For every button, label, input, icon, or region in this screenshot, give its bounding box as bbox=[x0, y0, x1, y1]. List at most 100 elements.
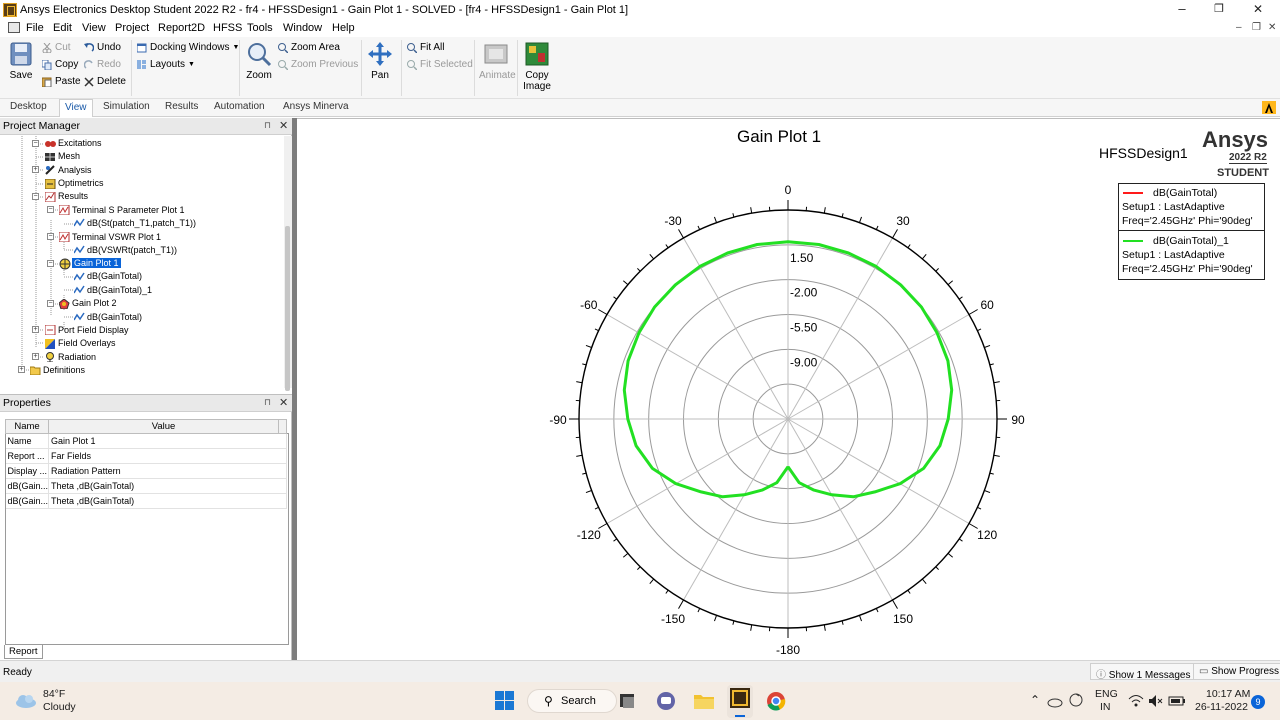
close-panel-icon[interactable]: ✕ bbox=[279, 396, 288, 409]
menu-file[interactable]: File bbox=[26, 22, 44, 34]
tree-expander[interactable]: − bbox=[47, 300, 54, 307]
zoom-previous-button[interactable]: Zoom Previous bbox=[278, 59, 358, 70]
document-menu-icon[interactable] bbox=[8, 22, 20, 33]
tree-item-mesh[interactable]: Mesh bbox=[58, 150, 80, 163]
table-row[interactable]: Display ... Radiation Pattern bbox=[5, 463, 287, 479]
mdi-minimize-button[interactable]: – bbox=[1236, 22, 1242, 33]
tree-expander[interactable]: − bbox=[47, 206, 54, 213]
tab-desktop[interactable]: Desktop bbox=[10, 101, 47, 112]
tab-report[interactable]: Report bbox=[4, 645, 43, 659]
taskbar-search-box[interactable]: ⚲ Search bbox=[527, 689, 617, 713]
menu-project[interactable]: Project bbox=[115, 22, 149, 34]
show-messages-button[interactable]: ⓘ Show 1 Messages bbox=[1090, 663, 1197, 681]
weather-condition[interactable]: Cloudy bbox=[43, 701, 76, 713]
tree-item-terminal-s-parameter-plot[interactable]: Terminal S Parameter Plot 1 bbox=[72, 204, 185, 217]
file-explorer-icon[interactable] bbox=[694, 691, 714, 711]
project-tree-scrollbar[interactable] bbox=[284, 136, 292, 391]
sync-icon[interactable] bbox=[1068, 692, 1084, 708]
pin-icon[interactable]: ⊓ bbox=[264, 397, 271, 408]
menu-edit[interactable]: Edit bbox=[53, 22, 72, 34]
tab-simulation[interactable]: Simulation bbox=[103, 101, 150, 112]
column-header-name[interactable]: Name bbox=[4, 419, 50, 434]
property-value[interactable]: Gain Plot 1 bbox=[48, 433, 287, 449]
tree-expander[interactable]: + bbox=[32, 326, 39, 333]
fit-all-button[interactable]: Fit All bbox=[407, 42, 444, 53]
property-value[interactable]: Far Fields bbox=[48, 448, 287, 464]
minimize-button[interactable]: – bbox=[1162, 0, 1202, 20]
menu-window[interactable]: Window bbox=[283, 22, 322, 34]
cloudy-weather-icon[interactable] bbox=[14, 690, 38, 710]
tree-item-radiation[interactable]: Radiation bbox=[58, 351, 96, 364]
task-view-icon[interactable] bbox=[619, 692, 637, 710]
tree-item-trace-gaintotal-2[interactable]: dB(GainTotal) bbox=[87, 311, 142, 324]
maximize-button[interactable]: ❐ bbox=[1199, 0, 1239, 20]
weather-temperature[interactable]: 84°F bbox=[43, 688, 65, 700]
tree-expander[interactable]: − bbox=[32, 140, 39, 147]
chrome-icon[interactable] bbox=[766, 691, 786, 711]
plot-legend[interactable]: dB(GainTotal) Setup1 : LastAdaptive Freq… bbox=[1118, 183, 1265, 280]
table-row[interactable]: Name Gain Plot 1 bbox=[5, 433, 287, 449]
menu-report2d[interactable]: Report2D bbox=[158, 22, 205, 34]
zoom-area-button[interactable]: Zoom Area bbox=[278, 42, 340, 53]
language-code[interactable]: ENG bbox=[1095, 688, 1118, 700]
tree-expander[interactable]: + bbox=[18, 366, 25, 373]
tree-item-optimetrics[interactable]: Optimetrics bbox=[58, 177, 104, 190]
column-header-value[interactable]: Value bbox=[48, 419, 279, 434]
save-button[interactable]: Save bbox=[6, 41, 36, 81]
tree-item-gain-plot-1[interactable]: Gain Plot 1 bbox=[72, 257, 121, 270]
menu-tools[interactable]: Tools bbox=[247, 22, 273, 34]
menu-help[interactable]: Help bbox=[332, 22, 355, 34]
tree-expander[interactable]: + bbox=[32, 353, 39, 360]
table-row[interactable]: dB(Gain... Theta ,dB(GainTotal) bbox=[5, 493, 287, 509]
tree-item-results[interactable]: Results bbox=[58, 190, 88, 203]
tree-expander[interactable]: + bbox=[32, 166, 39, 173]
teams-chat-icon[interactable] bbox=[656, 691, 676, 711]
pin-icon[interactable]: ⊓ bbox=[264, 120, 271, 131]
redo-button[interactable]: Redo bbox=[84, 59, 121, 70]
speaker-muted-icon[interactable] bbox=[1148, 693, 1164, 709]
menu-view[interactable]: View bbox=[82, 22, 106, 34]
tree-expander[interactable]: − bbox=[47, 260, 54, 267]
property-value[interactable]: Theta ,dB(GainTotal) bbox=[48, 478, 287, 494]
wifi-icon[interactable] bbox=[1128, 693, 1144, 709]
menu-hfss[interactable]: HFSS bbox=[213, 22, 242, 34]
animate-button[interactable]: Animate bbox=[479, 41, 516, 81]
windows-start-icon[interactable] bbox=[495, 691, 515, 711]
layouts-button[interactable]: Layouts ▼ bbox=[137, 59, 195, 70]
table-row[interactable]: Report ... Far Fields bbox=[5, 448, 287, 464]
show-progress-button[interactable]: ▭ Show Progress bbox=[1193, 663, 1280, 680]
tree-item-definitions[interactable]: Definitions bbox=[43, 364, 85, 377]
tab-automation[interactable]: Automation bbox=[214, 101, 265, 112]
delete-button[interactable]: Delete bbox=[84, 76, 126, 87]
clock-date[interactable]: 26-11-2022 bbox=[1195, 701, 1248, 713]
notification-badge[interactable]: 9 bbox=[1251, 695, 1265, 709]
tree-item-port-field-display[interactable]: Port Field Display bbox=[58, 324, 129, 337]
tab-results[interactable]: Results bbox=[165, 101, 198, 112]
battery-icon[interactable] bbox=[1168, 693, 1186, 709]
copy-button[interactable]: Copy bbox=[42, 59, 78, 70]
paste-button[interactable]: Paste bbox=[42, 76, 81, 87]
tab-ansys-minerva[interactable]: Ansys Minerva bbox=[283, 101, 349, 112]
tab-view[interactable]: View bbox=[59, 99, 93, 117]
tree-item-trace-st[interactable]: dB(St(patch_T1,patch_T1)) bbox=[87, 217, 196, 230]
mdi-restore-button[interactable]: ❐ bbox=[1252, 22, 1261, 33]
tree-item-trace-gaintotal[interactable]: dB(GainTotal) bbox=[87, 270, 142, 283]
mdi-close-button[interactable]: ✕ bbox=[1268, 22, 1276, 33]
tree-item-field-overlays[interactable]: Field Overlays bbox=[58, 337, 116, 350]
onedrive-cloud-icon[interactable] bbox=[1047, 693, 1063, 709]
plot-window[interactable]: Gain Plot 1 HFSSDesign1 Ansys 2022 R2 ST… bbox=[297, 118, 1280, 660]
table-row[interactable]: dB(Gain... Theta ,dB(GainTotal) bbox=[5, 478, 287, 494]
tree-item-gain-plot-2[interactable]: Gain Plot 2 bbox=[72, 297, 117, 310]
cut-button[interactable]: Cut bbox=[42, 42, 71, 53]
tree-item-excitations[interactable]: Excitations bbox=[58, 137, 102, 150]
tree-expander[interactable]: − bbox=[47, 233, 54, 240]
taskbar-active-app[interactable] bbox=[727, 685, 753, 718]
language-region[interactable]: IN bbox=[1100, 701, 1111, 713]
undo-button[interactable]: Undo bbox=[84, 42, 121, 53]
tree-item-analysis[interactable]: Analysis bbox=[58, 164, 92, 177]
property-value[interactable]: Radiation Pattern bbox=[48, 463, 287, 479]
tree-item-trace-gaintotal-1[interactable]: dB(GainTotal)_1 bbox=[87, 284, 152, 297]
docking-windows-button[interactable]: Docking Windows ▼ bbox=[137, 42, 239, 53]
tree-item-trace-vswr[interactable]: dB(VSWRt(patch_T1)) bbox=[87, 244, 177, 257]
zoom-button[interactable]: Zoom bbox=[244, 41, 274, 81]
